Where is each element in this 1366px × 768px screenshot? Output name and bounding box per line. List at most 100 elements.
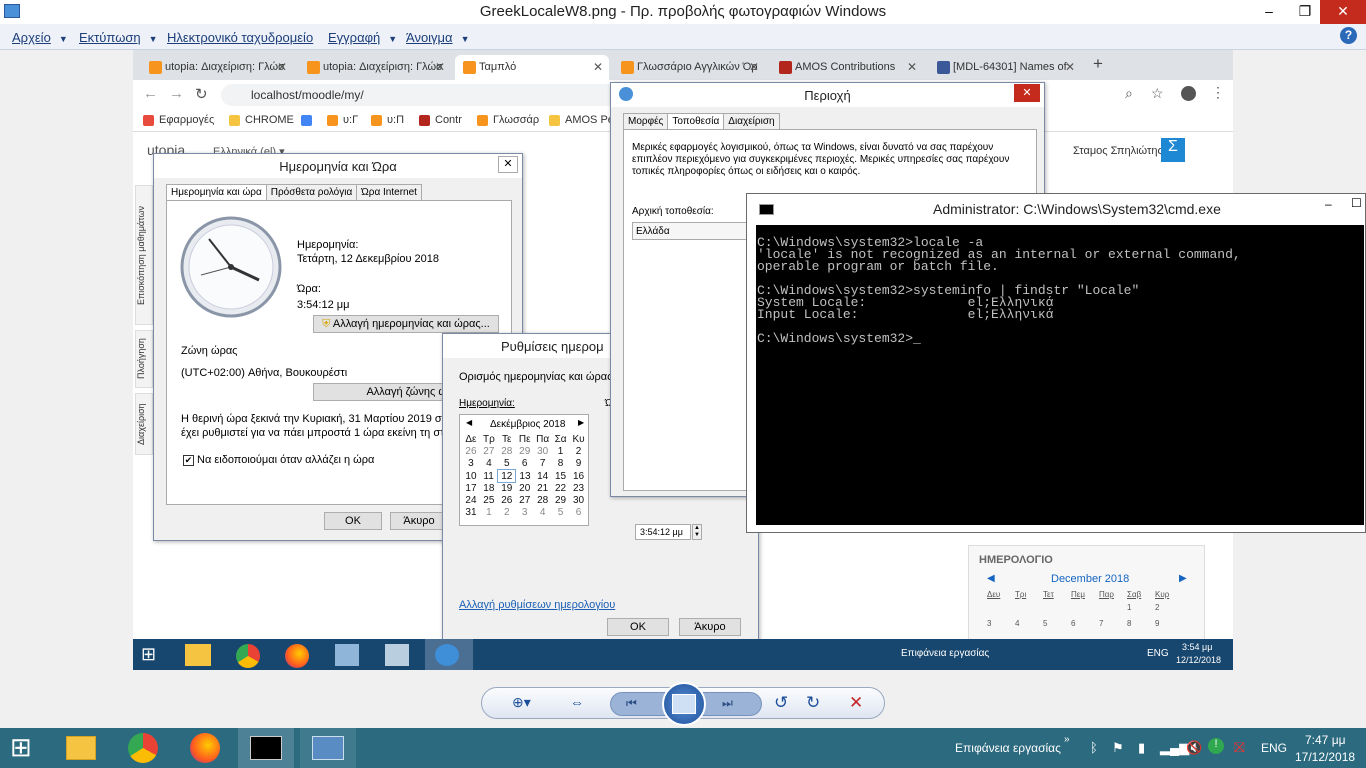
- day-cell[interactable]: 16: [570, 470, 588, 482]
- delete-icon[interactable]: ✕: [849, 693, 863, 713]
- notify-checkbox[interactable]: ✔: [183, 455, 194, 466]
- reload-icon[interactable]: ↻: [195, 85, 208, 103]
- bookmark-glossary[interactable]: Γλωσσάρ: [477, 114, 539, 126]
- day-cell[interactable]: 5: [498, 458, 516, 470]
- day-cell[interactable]: 30: [534, 445, 552, 457]
- language-indicator[interactable]: ENG: [1261, 741, 1287, 755]
- day-cell[interactable]: 27: [516, 494, 534, 506]
- cancel-button[interactable]: Άκυρο: [390, 512, 448, 530]
- browser-tab[interactable]: Γλωσσάριο Αγγλικών Όρ ✕: [613, 55, 765, 80]
- browser-tab[interactable]: [MDL-64301] Names of ✕: [929, 55, 1081, 80]
- tab-location[interactable]: Τοποθεσία: [667, 113, 725, 129]
- day-cell[interactable]: 14: [534, 470, 552, 482]
- alert-icon[interactable]: ⛝: [1234, 739, 1245, 756]
- maximize-button[interactable]: ❐: [1289, 0, 1321, 24]
- next-month-icon[interactable]: ▶: [1179, 573, 1187, 584]
- security-icon[interactable]: !: [1208, 738, 1224, 754]
- fit-to-window-icon[interactable]: ⇔: [570, 694, 584, 710]
- menu-burn[interactable]: Εγγραφή ▼: [328, 30, 397, 45]
- day-cell[interactable]: 23: [570, 482, 588, 494]
- start-icon[interactable]: ⊞: [10, 734, 32, 760]
- close-tab-icon[interactable]: ✕: [1065, 60, 1075, 74]
- network-icon[interactable]: ▂▄▆: [1160, 740, 1189, 756]
- prev-month-icon[interactable]: ◀: [466, 418, 472, 427]
- date-picker[interactable]: ◀ Δεκέμβριος 2018 ▶ Δε Τρ Τε Πε Πα Σα Κυ 26 27 2…: [459, 414, 589, 526]
- profile-icon[interactable]: [1181, 86, 1196, 101]
- explorer-icon[interactable]: [185, 644, 211, 666]
- avatar[interactable]: Σ: [1161, 138, 1185, 162]
- change-calendar-settings-link[interactable]: Αλλαγή ρυθμίσεων ημερολογίου: [459, 599, 615, 611]
- day-cell[interactable]: 2: [1155, 599, 1183, 615]
- day-cell[interactable]: 3: [462, 458, 480, 470]
- day-cell[interactable]: 29: [552, 494, 570, 506]
- clock-date[interactable]: 17/12/2018: [1295, 750, 1355, 764]
- day-cell[interactable]: 2: [570, 445, 588, 457]
- browser-tab[interactable]: AMOS Contributions ✕: [771, 55, 923, 80]
- clock-time[interactable]: 3:54 μμ: [1182, 642, 1212, 652]
- close-icon[interactable]: ✕: [498, 156, 518, 173]
- star-icon[interactable]: ☆: [1151, 85, 1164, 102]
- rotate-left-icon[interactable]: ↺: [774, 693, 788, 713]
- desktop-toolbar[interactable]: Επιφάνεια εργασίας: [955, 741, 1061, 755]
- back-icon[interactable]: ←: [143, 85, 158, 102]
- bookmark-apps[interactable]: Εφαρμογές: [143, 114, 214, 126]
- next-month-icon[interactable]: ▶: [578, 418, 584, 427]
- day-cell[interactable]: 28: [498, 445, 516, 457]
- side-tab-overview[interactable]: Επισκόπηση μαθημάτων: [135, 185, 153, 325]
- day-cell[interactable]: 15: [552, 470, 570, 482]
- minimize-button[interactable]: –: [1325, 197, 1332, 211]
- zoom-icon[interactable]: ⊕▾: [512, 694, 531, 711]
- day-cell[interactable]: 6: [1071, 615, 1099, 631]
- close-button[interactable]: ✕: [1320, 0, 1366, 24]
- day-cell[interactable]: 5: [1043, 615, 1071, 631]
- day-cell[interactable]: 13: [516, 470, 534, 482]
- day-cell[interactable]: 4: [534, 507, 552, 519]
- firefox-icon[interactable]: [285, 644, 309, 668]
- close-tab-icon[interactable]: ✕: [907, 60, 917, 74]
- minimize-button[interactable]: –: [1253, 0, 1285, 24]
- bookmark-contr[interactable]: Contr: [419, 114, 462, 126]
- user-name[interactable]: Σταμος Σπηλιώτης: [1073, 145, 1163, 157]
- cancel-button[interactable]: Άκυρο: [679, 618, 741, 636]
- day-cell[interactable]: 1: [1127, 599, 1155, 615]
- firefox-icon[interactable]: [190, 733, 220, 763]
- start-icon[interactable]: ⊞: [141, 645, 161, 665]
- day-cell[interactable]: 26: [462, 445, 480, 457]
- day-cell[interactable]: 20: [516, 482, 534, 494]
- bookmark-chrome[interactable]: CHROME: [229, 114, 294, 126]
- day-cell[interactable]: 2: [498, 507, 516, 519]
- side-tab-navigation[interactable]: Πλοήγηση: [135, 330, 153, 388]
- tab-additional-clocks[interactable]: Πρόσθετα ρολόγια: [265, 184, 358, 200]
- new-tab-button[interactable]: +: [1093, 54, 1103, 74]
- cmd-console[interactable]: C:\Windows\system32>locale -a'locale' is…: [756, 225, 1364, 525]
- browser-tab[interactable]: utopia: Διαχείριση: Γλώσ ✕: [141, 55, 293, 80]
- chrome-icon[interactable]: [128, 733, 158, 763]
- tab-formats[interactable]: Μορφές: [623, 113, 669, 129]
- ok-button[interactable]: ΟΚ: [324, 512, 382, 530]
- day-cell[interactable]: 22: [552, 482, 570, 494]
- day-cell[interactable]: 30: [570, 494, 588, 506]
- day-cell[interactable]: 1: [480, 507, 498, 519]
- close-tab-icon[interactable]: ✕: [277, 60, 287, 74]
- power-icon[interactable]: ▮: [1138, 740, 1145, 756]
- next-icon[interactable]: ⏭: [722, 696, 733, 711]
- prev-month-icon[interactable]: ◀: [987, 573, 995, 584]
- day-cell[interactable]: 26: [498, 494, 516, 506]
- day-cell[interactable]: 29: [516, 445, 534, 457]
- day-cell[interactable]: 18: [480, 482, 498, 494]
- help-icon[interactable]: ?: [1340, 27, 1357, 44]
- menu-icon[interactable]: ⋮: [1211, 84, 1225, 101]
- tab-date-time[interactable]: Ημερομηνία και ώρα: [166, 184, 267, 200]
- clock-time[interactable]: 7:47 μμ: [1305, 733, 1346, 747]
- ok-button[interactable]: ΟΚ: [607, 618, 669, 636]
- clock-date[interactable]: 12/12/2018: [1176, 655, 1221, 665]
- browser-tab[interactable]: utopia: Διαχείριση: Γλώσ ✕: [299, 55, 451, 80]
- day-cell[interactable]: 31: [462, 507, 480, 519]
- day-cell[interactable]: 8: [1127, 615, 1155, 631]
- day-cell[interactable]: 1: [552, 445, 570, 457]
- tab-administrative[interactable]: Διαχείριση: [723, 113, 780, 129]
- menu-file[interactable]: Αρχείο ▼: [12, 30, 68, 45]
- forward-icon[interactable]: →: [169, 85, 184, 102]
- day-cell[interactable]: 5: [552, 507, 570, 519]
- menu-open[interactable]: Άνοιγμα ▼: [406, 30, 470, 45]
